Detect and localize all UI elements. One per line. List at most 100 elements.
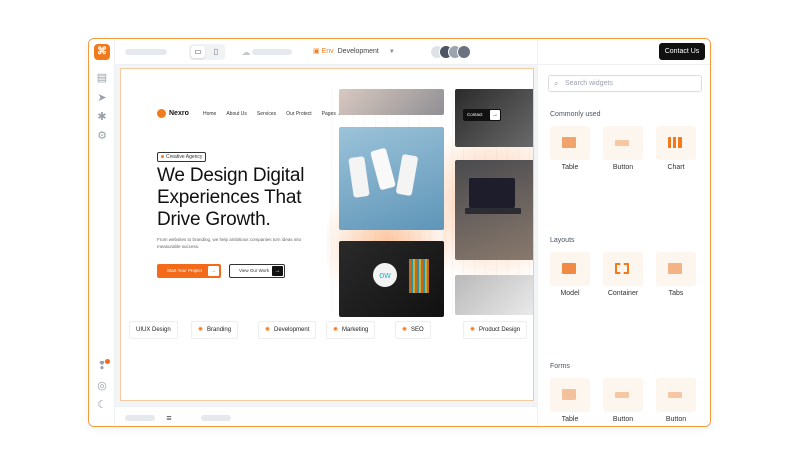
device-toggle: ▭ ▯	[189, 44, 225, 60]
widget-button[interactable]: Button	[603, 126, 643, 171]
showcase-image-phones	[339, 127, 444, 230]
chevron-down-icon: ▼	[388, 49, 395, 55]
section-title-forms: Forms	[550, 363, 570, 370]
phone-screen	[370, 147, 396, 191]
zoom-placeholder	[125, 415, 155, 421]
editor-bottombar: ≡	[115, 406, 537, 426]
hero-badge: Creative Agency	[157, 152, 207, 162]
widget-form-button[interactable]: Button	[603, 378, 643, 423]
environment-icon: ▣	[313, 48, 322, 55]
ticker-item: ✺ Development	[258, 321, 317, 339]
settings-icon[interactable]: ⚙	[96, 130, 108, 142]
laptop-screen	[469, 178, 515, 208]
site-nav: Home About Us Services Our Protect Pages…	[203, 111, 341, 117]
widget-tile	[603, 126, 643, 160]
ticker-item: ✺ Branding	[191, 321, 239, 339]
widgets-panel: Contact Us ⌕ Search widgets Commonly use…	[537, 39, 710, 426]
site-contact-button[interactable]: Contact →	[463, 109, 501, 121]
search-widgets-input[interactable]: ⌕ Search widgets	[548, 75, 702, 92]
section-title-common: Commonly used	[550, 111, 601, 118]
phone-screen	[395, 153, 419, 197]
ow-logo-icon: ow	[373, 263, 397, 287]
widget-form-button[interactable]: Button	[656, 378, 696, 423]
sparkle-icon: ✺	[470, 327, 476, 333]
editor-toolbar: ▭ ▯ ☁ ▣ Env Development ▼	[115, 39, 537, 65]
ticker-item: ✺ Marketing	[326, 321, 376, 339]
widget-label: Tabs	[668, 290, 684, 297]
layers-icon[interactable]: ≡	[163, 412, 175, 424]
start-project-button[interactable]: Start Your Project →	[157, 264, 221, 278]
search-icon: ⌕	[554, 79, 559, 88]
sparkle-icon: ✺	[402, 327, 408, 333]
laptop-base	[465, 208, 521, 214]
modal-icon	[562, 263, 576, 274]
mobile-icon[interactable]: ▯	[209, 46, 223, 58]
theme-icon[interactable]: ☾	[96, 399, 108, 411]
button-icon	[615, 140, 629, 146]
nav-link[interactable]: Our Protect	[286, 111, 312, 117]
table-icon	[562, 137, 576, 148]
widget-tabs[interactable]: Tabs	[656, 252, 696, 297]
app-window: ⌘ ▤ ➤ ✱ ⚙ ❢ ◎ ☾ ▭ ▯ ☁ ▣ Env Development ▼	[88, 38, 711, 427]
cloud-icon: ☁	[241, 47, 251, 57]
nav-link[interactable]: Home	[203, 111, 216, 117]
sparkle-icon: ✺	[198, 327, 204, 333]
button-icon	[615, 392, 629, 398]
widget-label: Container	[607, 290, 639, 297]
hero-subtext: From websites to branding, we help ambit…	[157, 237, 302, 249]
nav-link[interactable]: About Us	[226, 111, 247, 117]
showcase-image-laptop	[455, 160, 533, 260]
ticker-item: ✺ Product Design	[463, 321, 528, 339]
sparkle-icon: ✺	[333, 327, 339, 333]
widget-table[interactable]: Table	[550, 126, 590, 171]
widget-label: Table	[561, 416, 579, 423]
chart-icon	[668, 137, 682, 148]
widget-label: Table	[561, 164, 579, 171]
button-icon	[668, 392, 682, 398]
cursor-icon[interactable]: ➤	[96, 92, 108, 104]
website-mock: Nexro Home About Us Services Our Protect…	[121, 69, 533, 400]
arrow-right-icon: →	[272, 266, 283, 276]
pencils-graphic	[409, 259, 429, 293]
brand-logo-icon	[157, 109, 166, 118]
hero-headline: We Design Digital Experiences That Drive…	[157, 165, 305, 230]
collaborator-avatars[interactable]	[430, 45, 480, 59]
pages-icon[interactable]: ▤	[96, 72, 108, 84]
widget-label: Chart	[667, 164, 685, 171]
widget-tile	[550, 378, 590, 412]
widget-tile	[603, 252, 643, 286]
section-title-layouts: Layouts	[550, 237, 575, 244]
environment-selector[interactable]: ▣ Env Development ▼	[313, 47, 395, 55]
widget-label: Button	[665, 416, 687, 423]
panel-header: Contact Us	[538, 39, 710, 65]
view-work-button[interactable]: View Our Work →	[229, 264, 285, 278]
services-ticker: UIUX Design ✺ Branding ✺ Development ✺ Mark…	[121, 321, 533, 339]
left-rail: ⌘ ▤ ➤ ✱ ⚙ ❢ ◎ ☾	[89, 39, 115, 426]
chat-icon[interactable]: ◎	[96, 380, 108, 392]
save-status-placeholder	[252, 49, 292, 55]
widget-tile	[656, 126, 696, 160]
table-icon	[562, 389, 576, 400]
sparkle-icon: ✺	[265, 327, 271, 333]
showcase-image-stationery: ow	[339, 241, 444, 317]
ticker-item: ✺ SEO	[395, 321, 431, 339]
status-placeholder	[201, 415, 231, 421]
bug-icon[interactable]: ✱	[96, 111, 108, 123]
showcase-image-top	[339, 89, 444, 115]
site-logo[interactable]: Nexro	[157, 109, 189, 118]
widget-tile	[603, 378, 643, 412]
page-preview[interactable]: Nexro Home About Us Services Our Protect…	[120, 68, 534, 401]
nav-link[interactable]: Services	[257, 111, 276, 117]
app-logo-icon[interactable]: ⌘	[94, 44, 110, 60]
widget-form-table[interactable]: Table	[550, 378, 590, 423]
widget-chart[interactable]: Chart	[656, 126, 696, 171]
widget-model[interactable]: Model	[550, 252, 590, 297]
widget-label: Button	[612, 416, 634, 423]
widget-container[interactable]: Container	[603, 252, 643, 297]
contact-us-button[interactable]: Contact Us	[659, 43, 705, 60]
desktop-icon[interactable]: ▭	[191, 46, 205, 58]
widget-label: Button	[612, 164, 634, 171]
badge-dot-icon	[161, 155, 164, 159]
widget-label: Model	[560, 290, 580, 297]
page-name-placeholder	[125, 49, 167, 55]
